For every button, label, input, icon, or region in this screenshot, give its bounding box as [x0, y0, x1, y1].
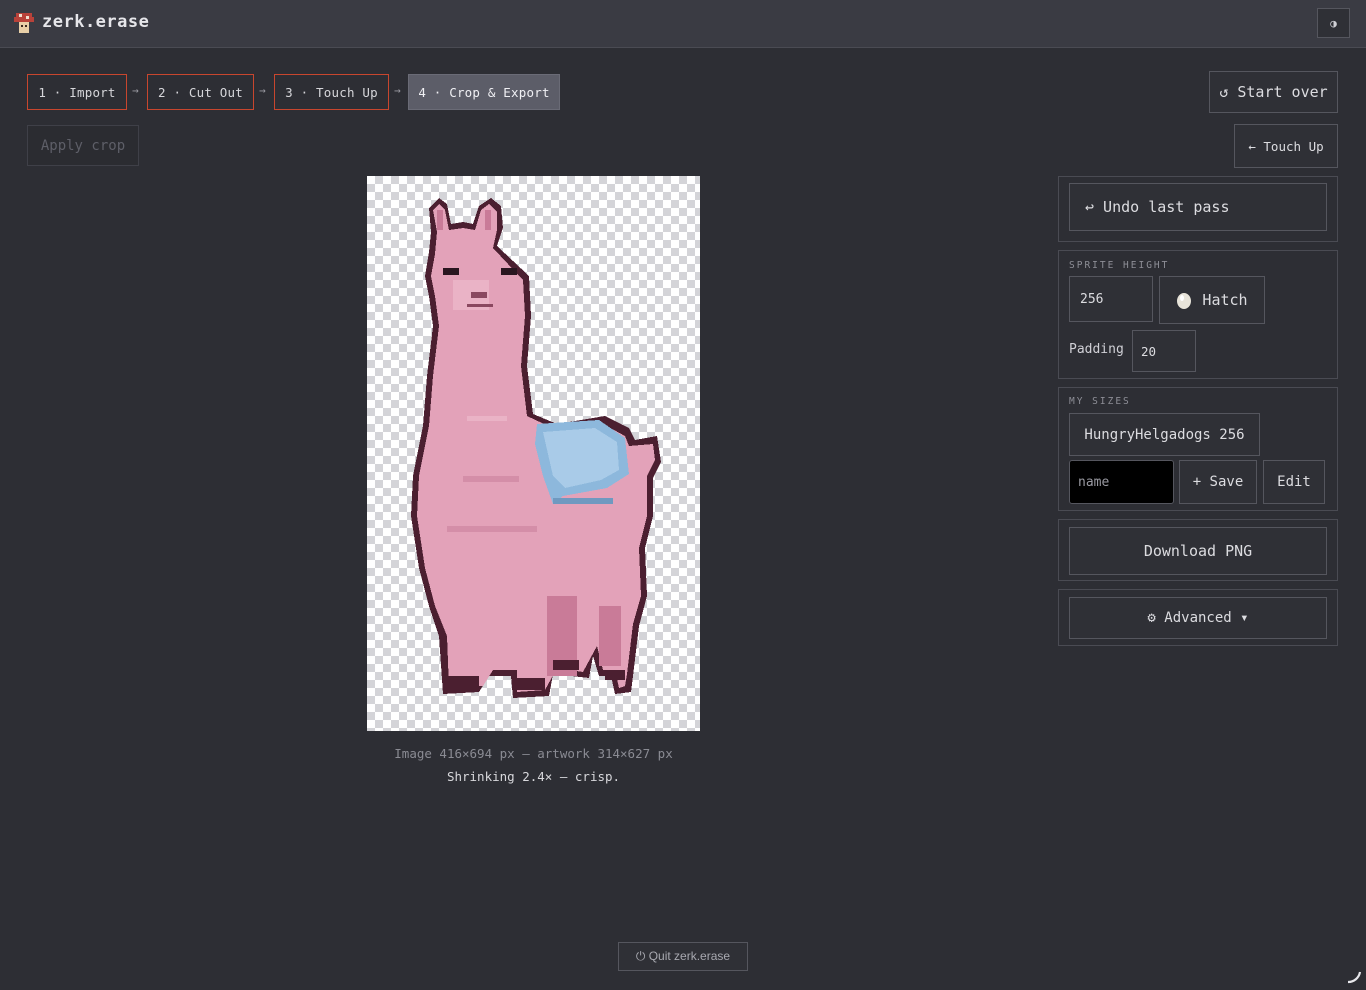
sprite-preview-canvas[interactable]: [367, 176, 700, 731]
size-name-input[interactable]: name: [1069, 460, 1174, 504]
sprite-height-panel: SPRITE HEIGHT 256 Hatch Padding 20: [1058, 250, 1338, 379]
step-touch-up[interactable]: 3 · Touch Up: [274, 74, 389, 110]
mushroom-logo-icon: [14, 13, 34, 33]
theme-toggle-button[interactable]: ◑: [1317, 8, 1350, 38]
step-import[interactable]: 1 · Import: [27, 74, 127, 110]
sprite-height-input[interactable]: 256: [1069, 276, 1153, 322]
step-arrow-icon: →: [259, 84, 266, 97]
edit-sizes-button[interactable]: Edit: [1263, 460, 1325, 504]
saved-size-chip[interactable]: HungryHelgadogs 256: [1069, 413, 1260, 456]
save-size-button[interactable]: + Save: [1179, 460, 1257, 504]
download-panel: Download PNG: [1058, 519, 1338, 581]
egg-icon: [1177, 293, 1192, 309]
step-arrow-icon: →: [394, 84, 401, 97]
my-sizes-panel: MY SIZES HungryHelgadogs 256 name + Save…: [1058, 387, 1338, 511]
loading-spinner-icon: [1347, 971, 1362, 984]
undo-last-pass-button[interactable]: ↩ Undo last pass: [1069, 183, 1327, 231]
advanced-panel: ⚙ Advanced ▾: [1058, 589, 1338, 646]
llama-sprite-image: [411, 198, 661, 698]
app-header: zerk.erase ◑: [0, 0, 1366, 48]
undo-panel: ↩ Undo last pass: [1058, 176, 1338, 242]
app-title: zerk.erase: [42, 12, 150, 32]
my-sizes-label: MY SIZES: [1069, 396, 1131, 407]
step-cut-out[interactable]: 2 · Cut Out: [147, 74, 254, 110]
apply-crop-button[interactable]: Apply crop: [27, 125, 139, 166]
padding-label: Padding: [1069, 342, 1124, 357]
quit-button[interactable]: ⏻ Quit zerk.erase: [618, 942, 748, 971]
hatch-label: Hatch: [1202, 291, 1248, 309]
back-to-touch-up-button[interactable]: ← Touch Up: [1234, 124, 1338, 168]
download-png-button[interactable]: Download PNG: [1069, 527, 1327, 575]
step-arrow-icon: →: [132, 84, 139, 97]
scale-info: Shrinking 2.4× — crisp.: [446, 769, 621, 784]
advanced-toggle-button[interactable]: ⚙ Advanced ▾: [1069, 597, 1327, 639]
start-over-button[interactable]: ↺ Start over: [1209, 71, 1338, 113]
step-crop-export[interactable]: 4 · Crop & Export: [408, 74, 560, 110]
image-dimensions-info: Image 416×694 px — artwork 314×627 px: [394, 746, 673, 761]
padding-input[interactable]: 20: [1132, 330, 1196, 372]
sprite-height-label: SPRITE HEIGHT: [1069, 260, 1170, 271]
hatch-button[interactable]: Hatch: [1159, 276, 1265, 324]
